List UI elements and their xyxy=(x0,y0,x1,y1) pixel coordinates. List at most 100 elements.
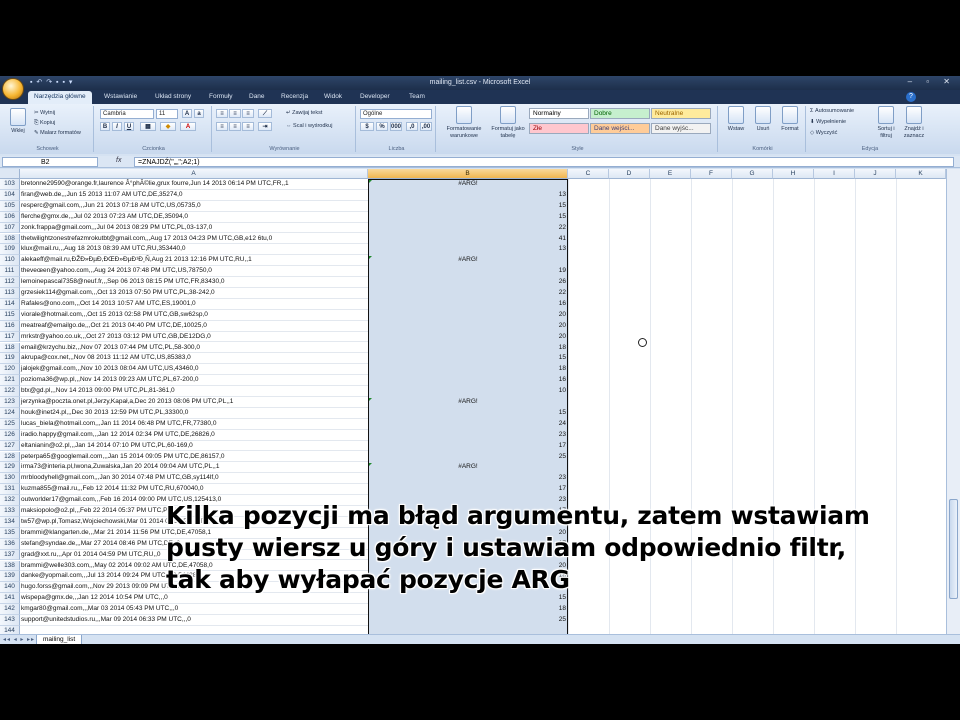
insert-cells-button[interactable]: Wstaw xyxy=(722,106,750,133)
tab-developer[interactable]: Developer xyxy=(360,93,390,100)
row-header[interactable]: 106 xyxy=(0,211,20,223)
cell-a[interactable]: support@unitedstudios.ru,,,Mar 09 2014 0… xyxy=(20,615,368,626)
row-header[interactable]: 140 xyxy=(0,582,20,594)
shrink-font-button[interactable]: a xyxy=(194,109,204,118)
cell-a[interactable]: irma73@interia.pl,Iwona,Zuwalska,Jan 20 … xyxy=(20,462,368,474)
row-header[interactable]: 133 xyxy=(0,506,20,517)
cell-b[interactable]: 20 xyxy=(368,332,568,343)
autosum-button[interactable]: Σ Autosumowanie xyxy=(810,108,854,114)
cell-a[interactable]: pozioma36@wp.pl,,,Nov 14 2013 09:23 AM U… xyxy=(20,375,368,387)
tab-data[interactable]: Dane xyxy=(249,93,265,100)
cell-a[interactable]: meatreaf@emailgo.de,,,Oct 21 2013 04:40 … xyxy=(20,321,368,332)
bold-button[interactable]: B xyxy=(100,122,110,131)
cell-b[interactable]: 10 xyxy=(368,386,568,397)
paste-button[interactable]: Wklej xyxy=(4,108,32,135)
cell-a[interactable]: lucas_biela@hotmail.com,,,Jan 11 2014 06… xyxy=(20,419,368,430)
cell-b[interactable]: 16 xyxy=(368,375,568,386)
align-left-button[interactable]: ≡ xyxy=(216,122,228,131)
cell-a[interactable]: iradio.happy@gmail.com,,,Jan 12 2014 02:… xyxy=(20,430,368,441)
tab-home[interactable]: Narzędzia główne xyxy=(28,91,92,104)
cell-b[interactable]: 15 xyxy=(368,353,568,364)
tab-page-layout[interactable]: Układ strony xyxy=(155,93,191,100)
row-header[interactable]: 119 xyxy=(0,353,20,365)
currency-button[interactable]: $ xyxy=(360,122,374,131)
sheet-tab-mailing-list[interactable]: mailing_list xyxy=(36,635,83,644)
row-header[interactable]: 139 xyxy=(0,571,20,583)
cell-b[interactable]: 24 xyxy=(368,419,568,430)
window-controls[interactable]: – ▫ ✕ xyxy=(908,77,956,86)
select-all-corner[interactable] xyxy=(0,169,20,179)
name-box[interactable]: B2 xyxy=(2,157,98,167)
cell-a[interactable]: peterpa65@googlemail.com,,,Jan 15 2014 0… xyxy=(20,452,368,463)
border-button[interactable]: ▦ xyxy=(140,122,156,131)
tab-view[interactable]: Widok xyxy=(324,93,342,100)
cell-b[interactable]: 22 xyxy=(368,288,568,299)
row-header[interactable]: 110 xyxy=(0,255,20,267)
font-size-select[interactable]: 11 xyxy=(156,109,178,119)
cell-b-error[interactable]: #ARG! xyxy=(368,462,568,473)
cell-b[interactable]: 20 xyxy=(368,310,568,321)
cell-a[interactable]: thetwilightzonestrefazmrokutbt@gmail.com… xyxy=(20,234,368,245)
row-header[interactable]: 109 xyxy=(0,244,20,256)
style-bad[interactable]: Złe xyxy=(529,123,589,134)
row-header[interactable]: 114 xyxy=(0,298,20,310)
row-header[interactable]: 107 xyxy=(0,222,20,234)
scrollbar-thumb[interactable] xyxy=(949,499,958,599)
cell-b[interactable]: 18 xyxy=(368,364,568,375)
row-header[interactable]: 131 xyxy=(0,484,20,496)
row-header[interactable]: 121 xyxy=(0,375,20,387)
decrease-decimal-button[interactable]: ,00 xyxy=(420,122,432,131)
column-header-j[interactable]: J xyxy=(855,169,896,179)
cell-a[interactable]: jerzynka@poczta.onet.pl,Jerzy,Kapał,a,De… xyxy=(20,397,368,408)
column-header-a[interactable]: A xyxy=(20,169,368,179)
row-header[interactable]: 123 xyxy=(0,397,20,408)
cell-b[interactable]: 22 xyxy=(368,223,568,234)
cell-b[interactable]: 17 xyxy=(368,484,568,495)
row-header[interactable]: 141 xyxy=(0,593,20,605)
cell-a[interactable]: kuzma855@mail.ru,,,Feb 12 2014 11:32 PM … xyxy=(20,484,368,496)
row-header[interactable]: 127 xyxy=(0,440,20,452)
find-select-button[interactable]: Znajdź i zaznacz xyxy=(900,106,928,140)
row-header[interactable]: 117 xyxy=(0,331,20,343)
wrap-text-button[interactable]: ↵ Zawijaj tekst xyxy=(286,110,322,116)
row-header[interactable]: 111 xyxy=(0,266,20,278)
row-header[interactable]: 103 xyxy=(0,179,20,190)
indent-button[interactable]: ⇥ xyxy=(258,122,272,131)
column-header-g[interactable]: G xyxy=(732,169,773,179)
row-header[interactable]: 108 xyxy=(0,233,20,245)
cell-a[interactable]: firan@web.de,,,Jun 15 2013 11:07 AM UTC,… xyxy=(20,190,368,201)
cell-a[interactable]: klux@mail.ru,,,Aug 18 2013 08:39 AM UTC,… xyxy=(20,244,368,256)
column-header-c[interactable]: C xyxy=(568,169,609,179)
cut-button[interactable]: ✂ Wytnij xyxy=(34,110,55,116)
style-input[interactable]: Dane wejści... xyxy=(590,123,650,134)
cell-a[interactable]: lemoinepascal7358@neuf.fr,,,Sep 06 2013 … xyxy=(20,277,368,288)
tab-insert[interactable]: Wstawianie xyxy=(104,93,137,100)
row-header[interactable]: 143 xyxy=(0,615,20,626)
delete-cells-button[interactable]: Usuń xyxy=(749,106,777,133)
align-top-button[interactable]: ≡ xyxy=(216,109,228,118)
help-icon[interactable]: ? xyxy=(906,92,916,102)
cell-b[interactable]: 18 xyxy=(368,604,568,615)
row-header[interactable]: 115 xyxy=(0,309,20,321)
comma-button[interactable]: 000 xyxy=(390,122,402,131)
style-normal[interactable]: Normalny xyxy=(529,108,589,119)
cell-b[interactable]: 15 xyxy=(368,408,568,419)
row-header[interactable]: 118 xyxy=(0,342,20,354)
cell-a[interactable]: kmgar80@gmail.com,,,Mar 03 2014 05:43 PM… xyxy=(20,604,368,615)
conditional-formatting-button[interactable]: Formatowanie warunkowe xyxy=(440,106,488,140)
font-color-button[interactable]: A xyxy=(180,122,196,131)
cell-b[interactable]: 23 xyxy=(368,430,568,441)
cell-b[interactable]: 17 xyxy=(368,441,568,452)
cell-a[interactable]: akrupa@cox.net,,,Nov 08 2013 11:12 AM UT… xyxy=(20,353,368,365)
cell-a[interactable]: alekaeff@mail.ru,ÐŽÐ»ÐµÐ,ÐŒÐ»ÐµÐ¹Ð¸Ñ,Aug… xyxy=(20,255,368,267)
cell-a[interactable]: eltanianin@o2.pl,,,Jan 14 2014 07:10 PM … xyxy=(20,441,368,452)
row-header[interactable]: 138 xyxy=(0,560,20,572)
row-header[interactable]: 130 xyxy=(0,473,20,485)
increase-decimal-button[interactable]: ,0 xyxy=(406,122,418,131)
orientation-button[interactable]: ⟋ xyxy=(258,109,272,118)
row-header[interactable]: 124 xyxy=(0,407,20,419)
cell-a[interactable]: zonk.frappa@gmail.com,,,Jul 04 2013 08:2… xyxy=(20,223,368,234)
cell-a[interactable]: email@krzychu.biz,,,Nov 07 2013 07:44 PM… xyxy=(20,343,368,354)
font-name-select[interactable]: Cambria xyxy=(100,109,154,119)
align-middle-button[interactable]: ≡ xyxy=(229,109,241,118)
